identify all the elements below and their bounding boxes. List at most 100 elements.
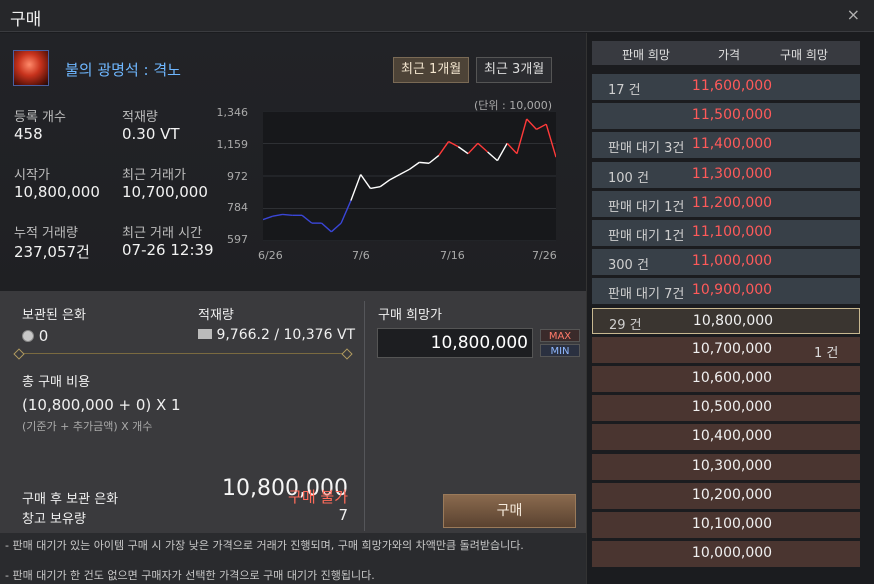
chart-y-tick: 1,159	[216, 138, 249, 151]
total-trades-value: 237,057건	[14, 243, 90, 261]
purchase-section: 보관된 은화 0 적재량 9,766.2 / 10,376 VT 구매 희망가 …	[0, 291, 586, 533]
order-price: 11,200,000	[691, 194, 773, 211]
recent-time-value: 07-26 12:39	[122, 241, 214, 259]
order-price: 11,100,000	[691, 224, 773, 240]
order-price: 10,000,000	[691, 545, 773, 562]
period-1-month-button[interactable]: 최근 1개월	[393, 57, 470, 83]
order-row[interactable]: 100 건 11,300,000	[592, 161, 860, 188]
notes-area: - 판매 대기가 있는 아이템 구매 시 가장 낮은 가격으로 거래가 진행되며…	[0, 533, 586, 584]
window-title: 구매	[10, 10, 42, 30]
fire-gem-icon	[13, 50, 49, 86]
silver-value-row: 0	[22, 327, 48, 345]
recent-time-label: 최근 거래 시간	[122, 226, 203, 241]
order-price: 10,400,000	[691, 428, 773, 445]
order-price: 10,300,000	[691, 457, 773, 474]
registered-count-value: 458	[14, 125, 43, 143]
vertical-divider	[364, 301, 365, 531]
order-price: 10,900,000	[691, 282, 773, 299]
order-price: 10,800,000	[692, 312, 774, 329]
item-name: 불의 광명석 : 격노	[65, 61, 181, 79]
chart-x-tick: 7/16	[440, 249, 465, 262]
order-book-header: 판매 희망 가격 구매 희망	[592, 41, 860, 65]
start-price-value: 10,800,000	[14, 183, 100, 201]
note-line: - 판매 대기가 한 건도 없으면 구매자가 선택한 가격으로 구매 대기가 진…	[5, 569, 375, 582]
registered-count-label: 등록 개수	[14, 110, 66, 125]
sell-quantity: 29 건	[609, 317, 642, 333]
chart-y-tick: 972	[227, 170, 248, 183]
silver-label: 보관된 은화	[22, 308, 86, 323]
chart-y-tick: 1,346	[216, 106, 249, 119]
order-row[interactable]: 300 건 11,000,000	[592, 249, 860, 276]
sell-quantity: 판매 대기 1건	[608, 229, 685, 244]
chart-line-segment	[419, 161, 430, 164]
sell-quantity: 17 건	[608, 83, 641, 98]
silver-coin-icon	[22, 330, 34, 342]
storage-qty-label: 창고 보유량	[22, 512, 86, 527]
start-price-label: 시작가	[14, 168, 50, 183]
order-row[interactable]: 29 건 10,800,000	[592, 307, 860, 334]
order-row[interactable]: 10,600,000	[592, 366, 860, 392]
chart-x-tick: 6/26	[258, 249, 283, 262]
storage-qty-value: 7	[338, 506, 348, 524]
price-header: 가격	[718, 48, 741, 62]
order-row[interactable]: 10,100,000	[592, 512, 860, 538]
chart-line-segment	[282, 213, 293, 217]
order-price: 11,400,000	[691, 136, 773, 153]
close-icon[interactable]: ×	[847, 5, 860, 24]
order-price: 10,700,000	[691, 340, 773, 357]
title-bar: 구매 ×	[0, 0, 874, 32]
order-price: 10,500,000	[691, 399, 773, 416]
desired-price-input[interactable]: 10,800,000	[377, 328, 533, 358]
total-cost-label: 총 구매 비용	[22, 375, 91, 390]
order-row[interactable]: 판매 대기 1건 11,200,000	[592, 190, 860, 217]
order-row[interactable]: 10,300,000	[592, 453, 860, 480]
recent-price-value: 10,700,000	[122, 183, 208, 201]
load-label: 적재량	[122, 110, 158, 125]
order-price: 11,300,000	[691, 165, 773, 182]
order-row[interactable]: 10,000,000	[592, 541, 860, 568]
min-price-button[interactable]: MIN	[540, 344, 580, 357]
max-price-button[interactable]: MAX	[540, 329, 580, 342]
silver-value: 0	[38, 327, 49, 345]
period-3-month-button[interactable]: 최근 3개월	[476, 57, 553, 83]
weight-label: 적재량	[198, 308, 234, 323]
sell-header: 판매 희망	[622, 48, 670, 62]
sell-quantity: 판매 대기 7건	[608, 287, 685, 303]
chart-x-tick: 7/26	[532, 249, 557, 262]
order-row[interactable]: 판매 대기 7건 10,900,000	[592, 278, 860, 305]
weight-value-row: 9,766.2 / 10,376 VT	[198, 327, 355, 343]
weight-icon	[198, 329, 212, 339]
order-row[interactable]: 10,700,000 1 건	[592, 336, 860, 363]
order-row[interactable]: 10,400,000	[592, 424, 860, 451]
order-price: 11,600,000	[691, 78, 773, 94]
buy-button[interactable]: 구매	[443, 494, 576, 528]
order-row[interactable]: 10,200,000	[592, 482, 860, 509]
order-price: 10,100,000	[691, 516, 773, 532]
chart-y-tick: 597	[227, 233, 248, 246]
chart-x-tick: 7/6	[352, 249, 370, 262]
buy-quantity: 1 건	[814, 345, 839, 361]
sell-quantity: 판매 대기 1건	[608, 199, 685, 215]
recent-price-label: 최근 거래가	[122, 168, 186, 183]
order-row[interactable]: 10,500,000	[592, 395, 860, 422]
total-trades-label: 누적 거래량	[14, 226, 78, 241]
desired-price-label: 구매 희망가	[378, 308, 442, 323]
chart-y-tick: 784	[227, 201, 248, 214]
order-row[interactable]: 11,500,000	[592, 103, 860, 130]
cost-formula: (10,800,000 + 0) X 1	[22, 396, 181, 414]
order-row[interactable]: 17 건 11,600,000	[592, 74, 860, 100]
purchase-panel: 불의 광명석 : 격노 최근 1개월 최근 3개월 등록 개수 458 적재량 …	[0, 33, 586, 584]
order-row[interactable]: 판매 대기 3건 11,400,000	[592, 132, 860, 159]
order-price: 10,600,000	[691, 370, 773, 386]
load-value: 0.30 VT	[122, 125, 180, 143]
order-price: 11,000,000	[691, 253, 773, 270]
note-line: - 판매 대기가 있는 아이템 구매 시 가장 낮은 가격으로 거래가 진행되며…	[5, 539, 524, 552]
order-price: 11,500,000	[691, 107, 773, 124]
sell-quantity: 판매 대기 3건	[608, 141, 685, 157]
order-price: 10,200,000	[691, 486, 773, 503]
item-info-section: 불의 광명석 : 격노 최근 1개월 최근 3개월 등록 개수 458 적재량 …	[0, 33, 586, 291]
after-silver-label: 구매 후 보관 은화	[22, 492, 119, 507]
cost-formula-note: (기준가 + 추가금액) X 개수	[22, 420, 153, 433]
buy-header: 구매 희망	[780, 48, 828, 62]
order-row[interactable]: 판매 대기 1건 11,100,000	[592, 220, 860, 246]
